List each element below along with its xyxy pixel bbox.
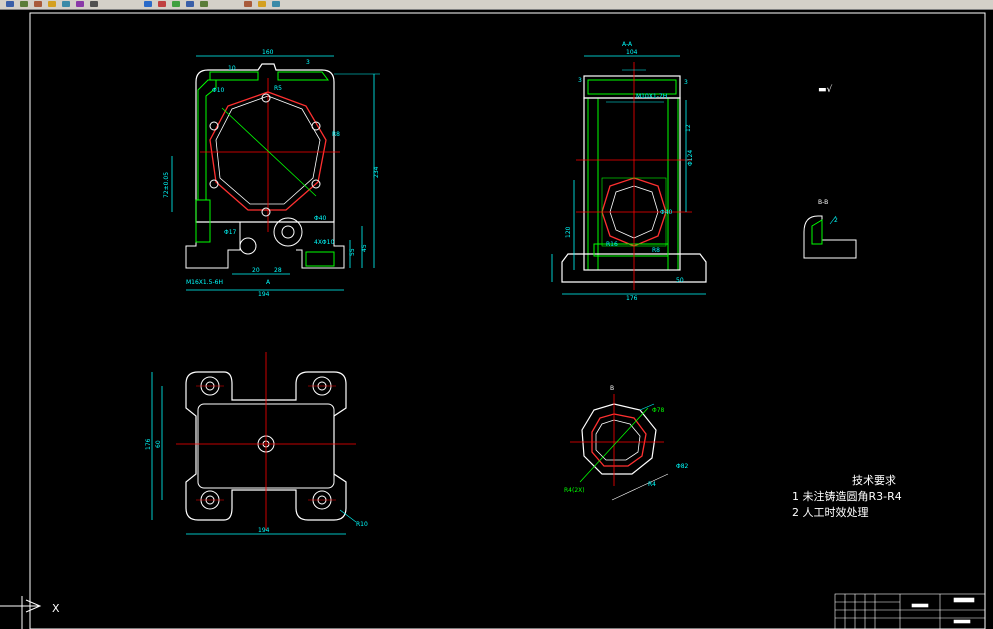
front-note-phi17: Φ17 — [224, 229, 237, 236]
side-r8: R8 — [652, 247, 660, 254]
side-width-dim: 104 — [626, 49, 638, 56]
side-view — [551, 55, 707, 295]
properties-icon[interactable] — [172, 1, 180, 7]
front-note-r5: R5 — [274, 85, 282, 92]
detail-dim1: Φ78 — [652, 407, 665, 414]
front-right-dim1: 45 — [361, 244, 368, 252]
front-dim-20: 20 — [252, 267, 260, 274]
plan-view — [151, 352, 357, 535]
front-thread: M16X1.5-6H — [186, 279, 223, 286]
side-dim-3b: 3 — [684, 79, 688, 86]
detail-label: B — [610, 385, 614, 392]
match-icon[interactable] — [244, 1, 252, 7]
plan-width-dim: 194 — [258, 527, 270, 534]
front-right-dim2: 55 — [349, 248, 356, 256]
front-height-dim: 234 — [373, 166, 380, 178]
toolbar — [0, 0, 993, 10]
text-icon[interactable] — [186, 1, 194, 7]
zoom-icon[interactable] — [144, 1, 152, 7]
side-bottom-dim: 176 — [626, 295, 638, 302]
plan-inner-dim: 60 — [155, 440, 162, 448]
side-top-hole: M10X1-7H — [636, 93, 667, 100]
ucs-icon — [0, 596, 42, 629]
cut-icon[interactable] — [48, 1, 56, 7]
detail-dim2: Φ82 — [676, 463, 689, 470]
front-hole-note: 4XΦ10 — [314, 239, 334, 246]
side-base-dim: 50 — [676, 277, 684, 284]
block-icon[interactable] — [200, 1, 208, 7]
detail-small-view — [803, 215, 857, 259]
front-note-10: 10 — [228, 65, 236, 72]
side-right-dim: 12 — [685, 124, 692, 132]
plan-height-dim: 176 — [145, 438, 152, 450]
front-left-dim: 72±0.05 — [163, 172, 170, 198]
detail-dim3: R4 — [648, 481, 656, 488]
side-section-label: A-A — [622, 41, 633, 48]
roughness-symbol: ▬√ — [818, 84, 833, 95]
front-bottom-dim: 194 — [258, 291, 270, 298]
plan-corner-note: R10 — [356, 521, 368, 528]
pan-icon[interactable] — [90, 1, 98, 7]
front-note-phi40: Φ40 — [314, 215, 327, 222]
tech-req-item-1: 1 未注铸造圆角R3-R4 — [792, 489, 902, 503]
layer-state-icon[interactable] — [258, 1, 266, 7]
front-note-phi10: Φ10 — [212, 87, 225, 94]
front-dim-3: 3 — [306, 59, 310, 66]
front-section-a: A — [266, 279, 271, 286]
side-dim-3a: 3 — [578, 77, 582, 84]
front-width-dim: 160 — [262, 49, 274, 56]
redo-icon[interactable] — [34, 1, 42, 7]
front-note-r8: R8 — [332, 131, 340, 138]
layer-icon[interactable] — [158, 1, 166, 7]
detail-small-dim: 2 — [834, 217, 838, 224]
ucs-x-label: X — [52, 602, 60, 615]
front-dim-28: 28 — [274, 267, 282, 274]
copy-icon[interactable] — [62, 1, 70, 7]
side-bore-dim: Φ124 — [687, 150, 694, 166]
title-block — [834, 593, 986, 629]
color-icon[interactable] — [272, 1, 280, 7]
save-icon[interactable] — [6, 1, 14, 7]
detail-small-label: B-B — [818, 199, 828, 206]
side-r16: R16 — [606, 241, 618, 248]
tech-req-title: 技术要求 — [852, 474, 896, 487]
side-left-dim: 120 — [565, 226, 572, 238]
side-bore2-dim: Φ40 — [660, 209, 673, 216]
drawing-frame — [29, 12, 986, 629]
tech-req-item-2: 2 人工时效处理 — [792, 505, 869, 519]
paste-icon[interactable] — [76, 1, 84, 7]
detail-dim4: R4(2X) — [564, 487, 585, 494]
undo-icon[interactable] — [20, 1, 28, 7]
drawing-canvas[interactable]: 160 194 234 45 55 72±0.05 R5 R8 Φ10 Φ40 … — [0, 10, 993, 629]
